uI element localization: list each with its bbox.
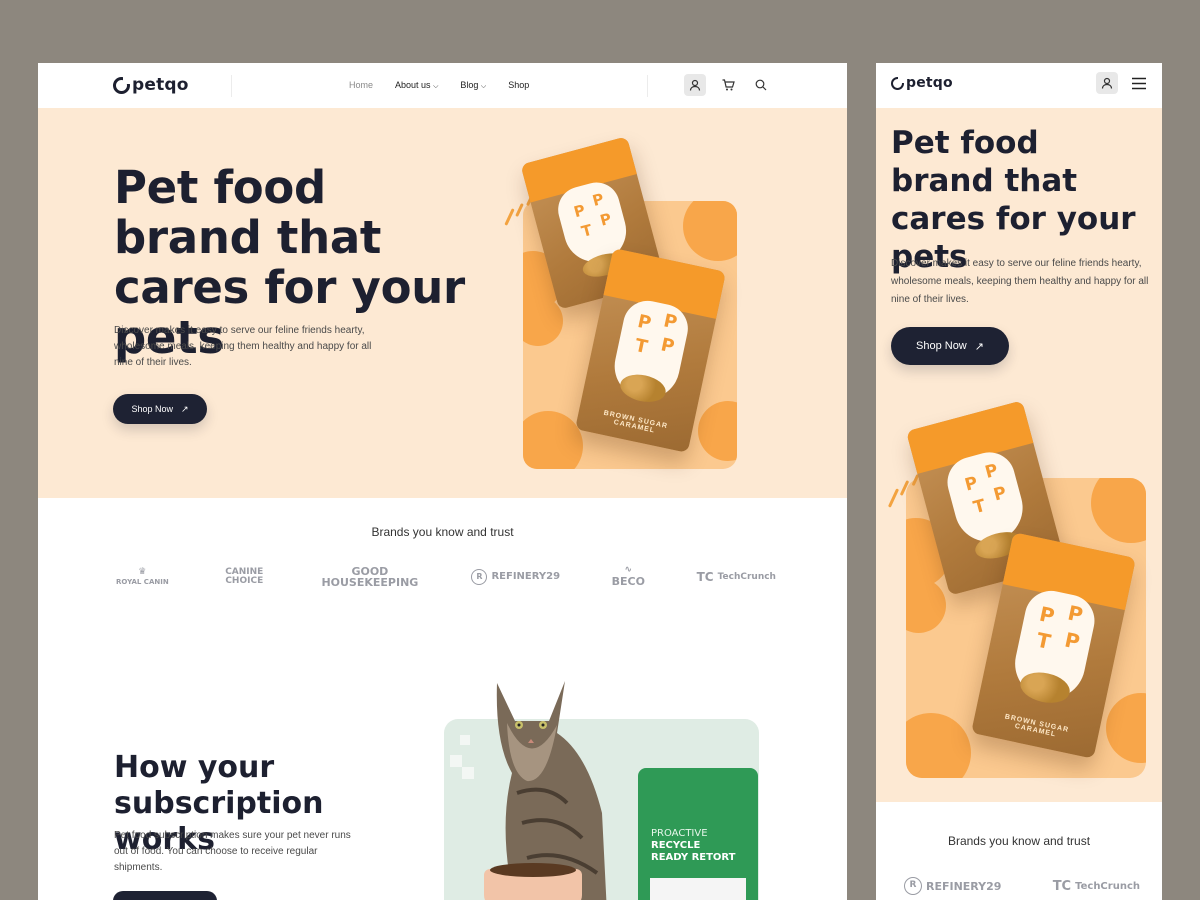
divider (231, 75, 232, 97)
refinery-icon: R (471, 568, 488, 585)
brand-label: ROYAL CANIN (116, 578, 169, 586)
hero-description: Discover makes it easy to serve our feli… (114, 325, 372, 368)
nav-links: Home About us ⌵ Blog ⌵ Shop (349, 80, 529, 91)
cloud-shape (906, 578, 946, 633)
user-button[interactable] (684, 74, 706, 96)
brand-label: REFINERY29 (926, 879, 1002, 893)
user-icon (689, 79, 701, 91)
refinery-icon: R (904, 877, 922, 895)
brands-row: R REFINERY29 TC TechCrunch (904, 877, 1140, 895)
mobile-hero-section: Pet food brand that cares for your pets … (876, 108, 1162, 802)
divider (647, 75, 648, 97)
logo[interactable]: petqo (113, 75, 189, 95)
nav-link-blog[interactable]: Blog ⌵ (460, 80, 486, 91)
nav-link-shop[interactable]: Shop (508, 80, 529, 91)
nav-icons (684, 74, 772, 96)
mobile-preview: petqo Pet food brand that cares for your… (876, 63, 1162, 900)
brand-logo-refinery29: R REFINERY29 (471, 568, 561, 585)
food-bowl (484, 863, 582, 900)
cart-icon (722, 79, 735, 91)
mobile-nav-icons (1096, 72, 1150, 94)
cart-button[interactable] (717, 74, 739, 96)
cloud-shape (523, 411, 583, 469)
logo-mark-icon (891, 75, 905, 90)
motion-line (504, 208, 515, 226)
brand-logo-refinery29: R REFINERY29 (904, 877, 1001, 895)
motion-line (887, 488, 900, 508)
arrow-up-right-icon: ↗ (974, 340, 984, 353)
brand-logo-beco: ∿ BECO (612, 565, 645, 588)
shop-now-label: Shop Now (916, 340, 967, 352)
mobile-navbar: petqo (876, 63, 1162, 108)
bag-flavor-text: BROWN SUGAR CARAMEL (603, 409, 669, 435)
brand-logo-techcrunch: TC TechCrunch (697, 570, 776, 584)
logo[interactable]: petqo (891, 75, 953, 91)
cloud-shape (906, 713, 971, 778)
nav-link-home[interactable]: Home (349, 80, 373, 91)
brand-label: CANINE CHOICE (225, 566, 264, 586)
brand-label: BECO (611, 575, 645, 588)
brand-logo-good-housekeeping: GOOD HOUSEKEEPING (320, 566, 420, 588)
nav-link-about-us-label: About us (395, 80, 431, 90)
logo-text: petqo (132, 75, 189, 95)
brand-label: TechCrunch (1075, 880, 1140, 892)
tc-icon: TC (1052, 878, 1072, 894)
brand-logo-royal-canin: ♛ ROYAL CANIN (116, 567, 169, 586)
search-button[interactable] (750, 74, 772, 96)
hamburger-menu-icon (1132, 77, 1146, 89)
chevron-down-icon: ⌵ (433, 83, 439, 90)
nav-link-about-us[interactable]: About us ⌵ (395, 80, 438, 91)
logo-mark-icon (113, 76, 130, 94)
arrow-up-right-icon: ↗ (180, 403, 189, 414)
green-bag-label (650, 878, 746, 900)
dog-icon: ∿ (624, 565, 633, 575)
brands-title: Brands you know and trust (371, 525, 514, 539)
logo-text: petqo (906, 75, 953, 91)
subscription-button[interactable] (113, 891, 217, 900)
shop-now-button[interactable]: Shop Now ↗ (113, 394, 207, 424)
cloud-shape (1106, 693, 1146, 763)
cloud-shape (698, 401, 737, 461)
chevron-down-icon: ⌵ (480, 83, 487, 90)
brand-logo-canine-choice: CANINE CHOICE (220, 566, 268, 586)
user-button[interactable] (1096, 72, 1118, 94)
brand-label: GOOD HOUSEKEEPING (321, 564, 419, 589)
shop-now-label: Shop Now (131, 404, 173, 414)
brands-row: ♛ ROYAL CANIN CANINE CHOICE GOOD HOUSEKE… (116, 565, 776, 588)
product-line: RECYCLE (651, 840, 701, 851)
hero-description: Discover makes it easy to serve our feli… (891, 258, 1149, 305)
desktop-preview: petqo Home About us ⌵ Blog ⌵ Shop Pet fo… (38, 63, 847, 900)
pixel-decoration (450, 755, 462, 767)
shop-now-button[interactable]: Shop Now ↗ (891, 327, 1009, 365)
brand-logo-techcrunch: TC TechCrunch (1053, 877, 1140, 895)
search-icon (755, 79, 767, 91)
brand-label: REFINERY29 (491, 571, 561, 582)
user-icon (1101, 77, 1113, 89)
nav-link-blog-label: Blog (460, 80, 479, 90)
hero-section: Pet food brand that cares for your pets … (38, 108, 847, 498)
top-navbar: petqo Home About us ⌵ Blog ⌵ Shop (38, 63, 847, 108)
green-bag-text: PROACTIVE RECYCLE READY RETORT (651, 828, 736, 864)
product-line: READY RETORT (651, 852, 736, 863)
cloud-shape (683, 201, 737, 261)
pixel-decoration (462, 767, 474, 779)
subscription-description: Pet food subscription makes sure your pe… (114, 830, 351, 873)
pixel-decoration (460, 735, 470, 745)
brand-label: TechCrunch (717, 571, 776, 582)
menu-button[interactable] (1128, 72, 1150, 94)
tc-icon: TC (696, 569, 714, 584)
brands-title: Brands you know and trust (947, 834, 1091, 848)
cloud-shape (1091, 478, 1146, 543)
hero-title: Pet food brand that cares for your pets (891, 125, 1136, 275)
bag-flavor-text: BROWN SUGAR CARAMEL (1004, 713, 1070, 739)
green-product-bag: PROACTIVE RECYCLE READY RETORT (638, 768, 758, 900)
product-line: PROACTIVE (651, 828, 708, 839)
crown-icon: ♛ (138, 567, 147, 577)
